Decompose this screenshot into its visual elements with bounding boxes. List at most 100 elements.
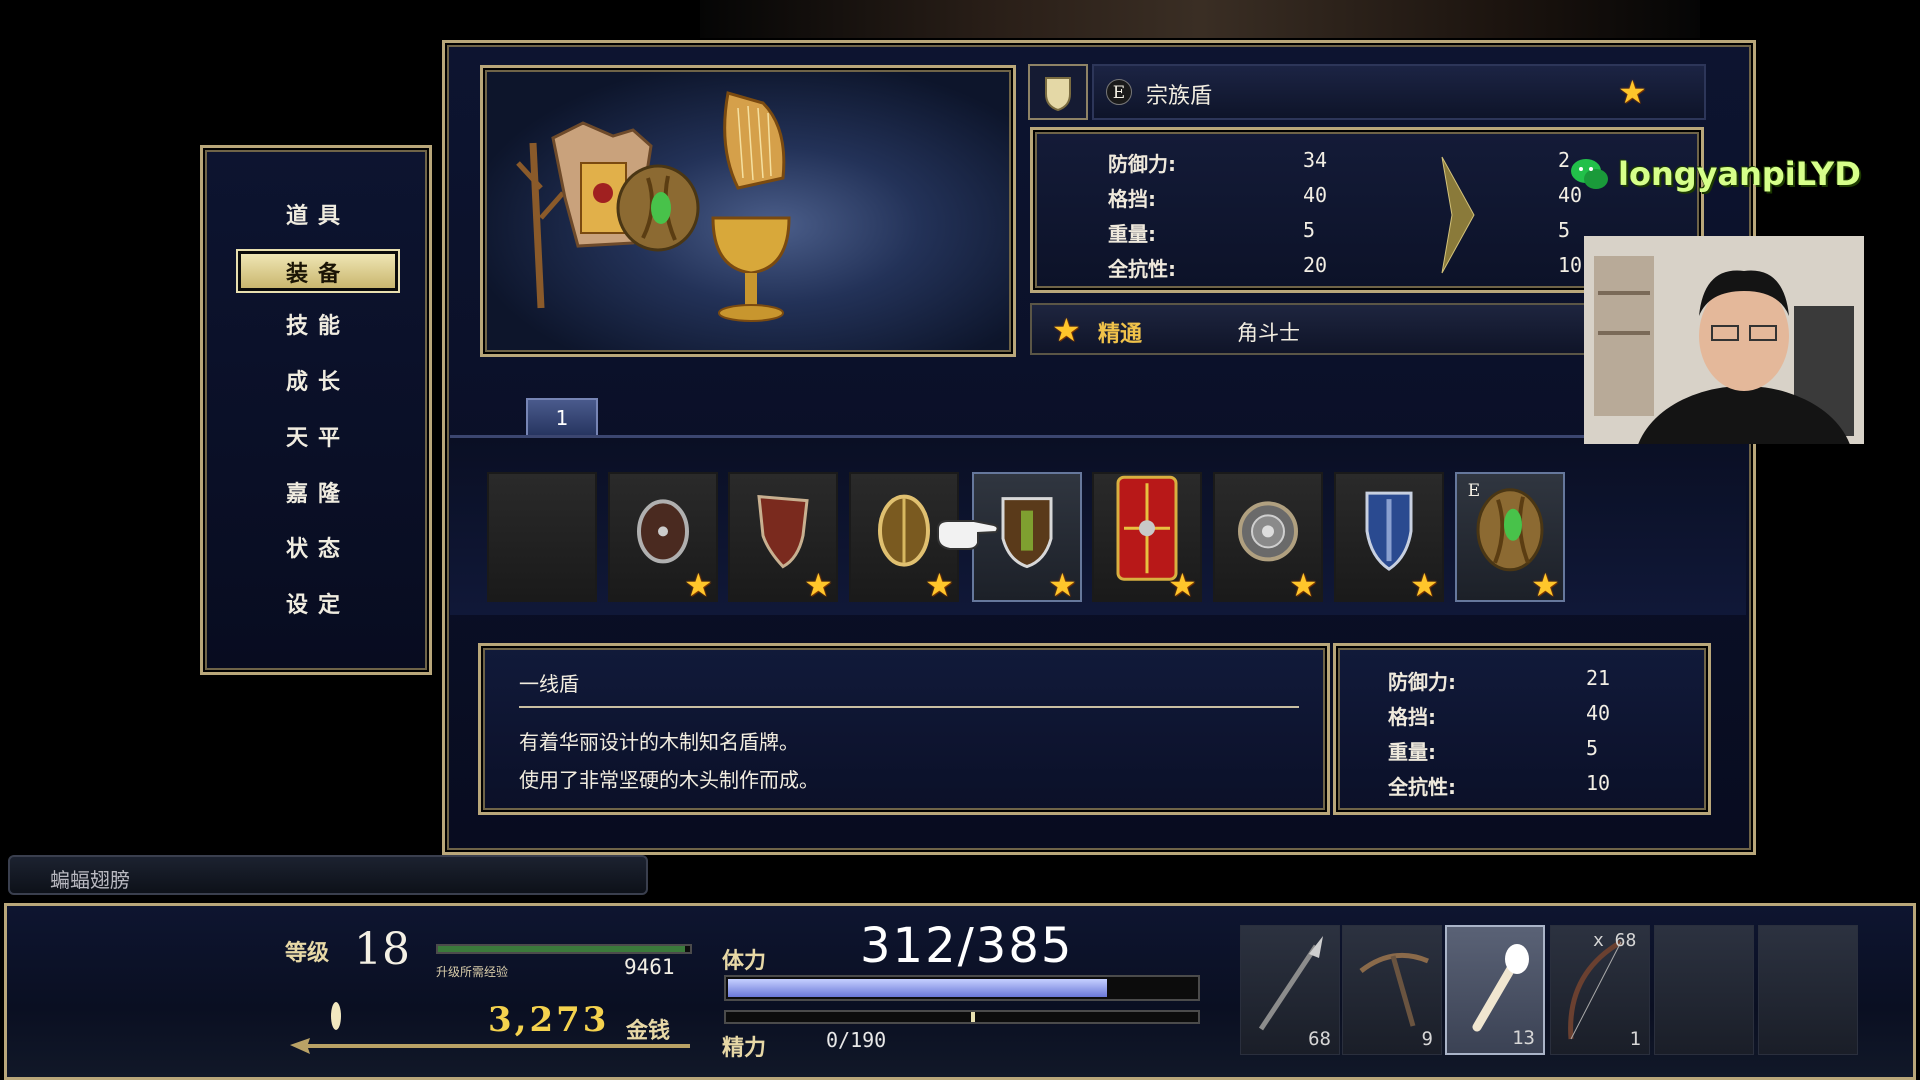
hp-bar-fill xyxy=(728,979,1108,997)
gold-label: 金钱 xyxy=(626,1019,671,1044)
menu-item-skills[interactable]: 技能 xyxy=(238,306,398,346)
equipment-slot[interactable]: ★ xyxy=(1213,472,1323,602)
quick-item-slot-empty[interactable] xyxy=(1654,925,1754,1055)
item-stat-defense: 21 xyxy=(1586,666,1611,690)
exp-label: 升级所需经验 xyxy=(436,965,509,979)
quick-item-slot-empty[interactable] xyxy=(1758,925,1858,1055)
item-stat-label-block: 格挡: xyxy=(1388,705,1436,729)
equipment-preview-art xyxy=(516,91,791,322)
quick-item-slot[interactable]: 9 xyxy=(1342,925,1442,1055)
clan-shield-icon xyxy=(1476,488,1544,572)
quick-item-slot-selected[interactable]: 13 xyxy=(1445,925,1545,1055)
equipped-badge: E xyxy=(1106,79,1132,105)
menu-item-jialong[interactable]: 嘉隆 xyxy=(238,474,398,514)
quick-item-slot[interactable]: 68 xyxy=(1240,925,1340,1055)
equipment-slot-empty[interactable] xyxy=(487,472,597,602)
stat-new-weight: 5 xyxy=(1558,218,1571,242)
round-buckler-icon xyxy=(637,499,689,564)
exp-value: 9461 xyxy=(624,955,675,979)
menu-item-settings[interactable]: 设定 xyxy=(238,585,398,625)
stat-current-resist: 20 xyxy=(1303,253,1328,277)
sp-label: 精力 xyxy=(722,1036,767,1061)
equipment-slot[interactable]: ★ xyxy=(1092,472,1202,602)
stat-label-weight: 重量: xyxy=(1108,222,1156,246)
equipment-slot[interactable]: ★ xyxy=(728,472,838,602)
stat-current-block: 40 xyxy=(1303,183,1328,207)
quick-item-count: 68 xyxy=(1308,1028,1331,1050)
star-icon: ★ xyxy=(1168,566,1197,604)
stat-current-weight: 5 xyxy=(1303,218,1316,242)
oval-shield-icon xyxy=(878,494,930,567)
menu-item-status[interactable]: 状态 xyxy=(238,529,398,569)
stat-label-defense: 防御力: xyxy=(1108,152,1176,176)
wechat-icon xyxy=(1571,159,1608,189)
sp-bar-marker xyxy=(971,1012,975,1022)
stat-new-defense: 2 xyxy=(1558,148,1571,172)
ammo-count: x 68 xyxy=(1593,930,1637,951)
heater-shield-icon xyxy=(757,494,809,569)
background-scene-strip xyxy=(700,0,1700,38)
star-icon: ★ xyxy=(804,566,833,604)
star-icon: ★ xyxy=(1531,566,1560,604)
level-value: 18 xyxy=(354,924,410,975)
equipment-preview xyxy=(480,65,1016,357)
held-item-bar: 蝙蝠翅膀 xyxy=(8,855,648,895)
mastery-label: 精通 xyxy=(1098,322,1143,347)
star-icon: ★ xyxy=(1618,73,1647,111)
compare-arrow-icon xyxy=(1441,156,1475,274)
stat-current-defense: 34 xyxy=(1303,148,1328,172)
star-icon: ★ xyxy=(925,566,954,604)
mastery-class: 角斗士 xyxy=(1237,321,1300,345)
item-stat-label-resist: 全抗性: xyxy=(1388,775,1456,799)
pointer-hand-icon xyxy=(937,520,999,550)
exp-bar xyxy=(436,944,692,954)
item-stat-block: 40 xyxy=(1586,701,1611,725)
quick-item-slot[interactable]: x 68 1 xyxy=(1550,925,1650,1055)
quick-item-count: 13 xyxy=(1512,1027,1535,1049)
torch-icon xyxy=(1472,944,1529,1032)
equipment-slot[interactable]: ★ xyxy=(1334,472,1444,602)
hp-bar xyxy=(724,975,1200,1001)
level-label: 等级 xyxy=(285,941,330,966)
equipment-slot-equipped[interactable]: E ★ xyxy=(1455,472,1565,602)
item-stat-weight: 5 xyxy=(1586,736,1599,760)
stat-new-resist: 10 xyxy=(1558,253,1583,277)
equipped-item-name: 宗族盾 xyxy=(1146,84,1213,109)
stat-label-resist: 全抗性: xyxy=(1108,257,1176,281)
blue-kite-shield-icon xyxy=(1365,491,1413,571)
star-icon: ★ xyxy=(1289,566,1318,604)
gold-value: 3,273 xyxy=(488,1000,610,1040)
equipment-slot[interactable]: ★ xyxy=(608,472,718,602)
sp-bar xyxy=(724,1010,1200,1024)
menu-item-scales[interactable]: 天平 xyxy=(238,418,398,458)
menu-item-items[interactable]: 道具 xyxy=(238,196,398,236)
title-divider xyxy=(519,706,1299,708)
quick-item-count: 1 xyxy=(1629,1028,1641,1050)
item-title: 一线盾 xyxy=(519,672,579,696)
stat-label-block: 格挡: xyxy=(1108,187,1156,211)
item-desc-line1: 有着华丽设计的木制知名盾牌。 xyxy=(519,730,799,754)
item-stat-label-weight: 重量: xyxy=(1388,740,1436,764)
star-icon: ★ xyxy=(1410,566,1439,604)
spear-icon xyxy=(1258,936,1323,1031)
hp-value: 312/385 xyxy=(860,918,1074,974)
item-description: 一线盾 有着华丽设计的木制知名盾牌。 使用了非常坚硬的木头制作而成。 xyxy=(478,643,1330,815)
round-steel-shield-icon xyxy=(1238,501,1298,562)
item-stat-label-defense: 防御力: xyxy=(1388,670,1456,694)
menu-item-equipment[interactable]: 装备 xyxy=(236,249,400,293)
star-icon: ★ xyxy=(684,566,713,604)
wooden-shield-icon xyxy=(1001,497,1053,569)
star-icon: ★ xyxy=(1052,311,1081,349)
equipped-item-bar: E 宗族盾 ★ xyxy=(1092,64,1706,120)
sp-value: 0/190 xyxy=(826,1028,887,1052)
item-stat-resist: 10 xyxy=(1586,771,1611,795)
equipment-category-box xyxy=(1028,64,1088,120)
hp-label: 体力 xyxy=(722,949,767,974)
star-icon: ★ xyxy=(1048,566,1077,604)
quick-item-count: 9 xyxy=(1421,1028,1433,1050)
tab-page-1[interactable]: 1 xyxy=(526,398,598,436)
pickaxe-icon xyxy=(1359,952,1429,1027)
watermark-text: longyanpiLYD xyxy=(1618,155,1861,193)
menu-item-growth[interactable]: 成长 xyxy=(238,362,398,402)
item-desc-line2: 使用了非常坚硬的木头制作而成。 xyxy=(519,768,819,792)
